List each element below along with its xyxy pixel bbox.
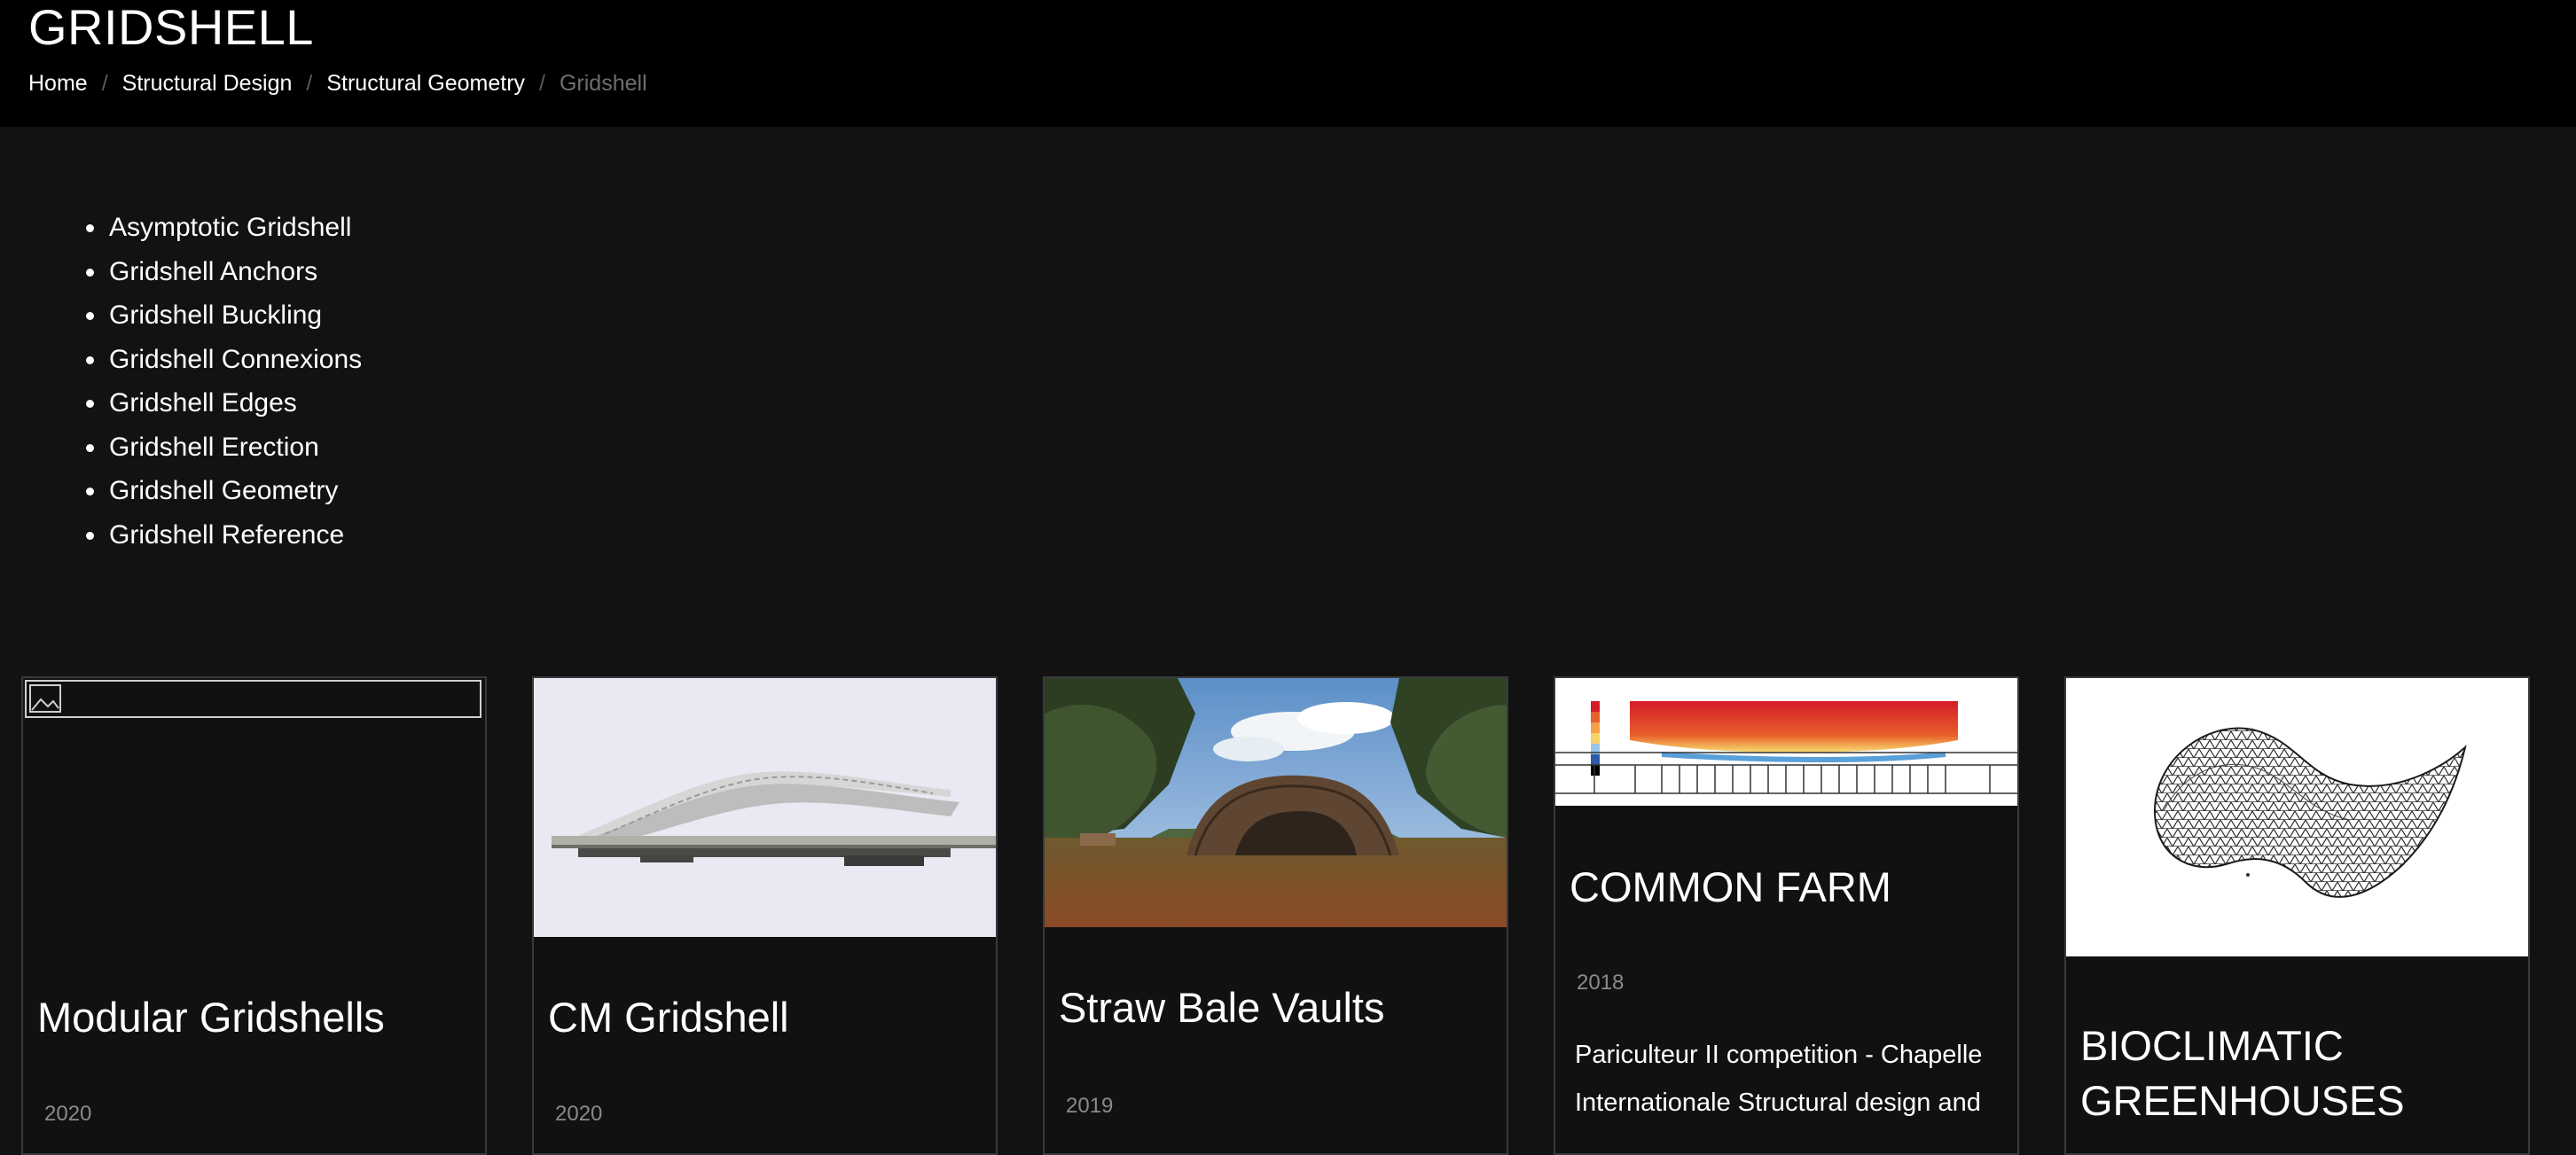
project-card-cm-gridshell[interactable]: CM Gridshell 2020	[532, 676, 998, 1155]
broken-image-icon	[25, 680, 482, 718]
topic-link-gridshell-edges[interactable]: Gridshell Edges	[109, 388, 297, 418]
breadcrumb-separator: /	[306, 70, 313, 96]
card-description: Pariculteur II competition - Chapelle In…	[1575, 1041, 1983, 1117]
list-item: Gridshell Erection	[107, 425, 362, 470]
list-item: Gridshell Edges	[107, 381, 362, 425]
breadcrumb-structural-design[interactable]: Structural Design	[122, 71, 293, 97]
topic-list: Asymptotic Gridshell Gridshell Anchors G…	[0, 206, 362, 557]
breadcrumb-separator: /	[101, 70, 108, 96]
project-card-modular-gridshells[interactable]: Modular Gridshells 2020	[21, 676, 487, 1155]
triangulated-gridshell-model-image	[2066, 678, 2528, 956]
page-title: GRIDSHELL	[28, 0, 314, 55]
project-card-common-farm[interactable]: COMMON FARM 2018 Pariculteur II competit…	[1554, 676, 2019, 1155]
topic-link-gridshell-anchors[interactable]: Gridshell Anchors	[109, 257, 317, 286]
card-title[interactable]: BIOCLIMATIC GREENHOUSES	[2080, 1018, 2519, 1128]
white-curved-roof-render-image	[534, 678, 996, 937]
card-year: 2019	[1066, 1094, 1114, 1118]
vault-in-forest-render-image	[1045, 678, 1507, 927]
thermal-section-diagram-image	[1555, 678, 2017, 806]
list-item: Gridshell Buckling	[107, 293, 362, 338]
topic-link-gridshell-reference[interactable]: Gridshell Reference	[109, 520, 344, 550]
topic-link-gridshell-connexions[interactable]: Gridshell Connexions	[109, 345, 362, 374]
card-title[interactable]: Straw Bale Vaults	[1059, 980, 1498, 1035]
list-item: Gridshell Anchors	[107, 250, 362, 294]
card-year: 2018	[1577, 971, 1625, 995]
breadcrumb-separator: /	[539, 70, 545, 96]
breadcrumb-current: Gridshell	[559, 70, 647, 96]
list-item: Gridshell Reference	[107, 513, 362, 558]
list-item: Asymptotic Gridshell	[107, 206, 362, 250]
topic-link-gridshell-buckling[interactable]: Gridshell Buckling	[109, 300, 322, 330]
list-item: Gridshell Connexions	[107, 338, 362, 382]
card-year: 2020	[44, 1102, 92, 1126]
list-item: Gridshell Geometry	[107, 469, 362, 513]
card-title[interactable]: CM Gridshell	[548, 990, 987, 1045]
breadcrumb-home[interactable]: Home	[28, 71, 88, 97]
breadcrumb-structural-geometry[interactable]: Structural Geometry	[326, 71, 525, 97]
topic-link-gridshell-geometry[interactable]: Gridshell Geometry	[109, 476, 338, 505]
page-header: GRIDSHELL Home / Structural Design / Str…	[0, 0, 2576, 127]
project-card-bioclimatic-greenhouses[interactable]: BIOCLIMATIC GREENHOUSES	[2064, 676, 2530, 1155]
topic-link-gridshell-erection[interactable]: Gridshell Erection	[109, 433, 319, 462]
card-title[interactable]: COMMON FARM	[1570, 860, 2008, 915]
card-year: 2020	[555, 1102, 603, 1126]
card-title[interactable]: Modular Gridshells	[37, 990, 476, 1045]
project-card-straw-bale-vaults[interactable]: Straw Bale Vaults 2019	[1043, 676, 1508, 1155]
topic-link-asymptotic-gridshell[interactable]: Asymptotic Gridshell	[109, 213, 351, 242]
breadcrumb: Home / Structural Design / Structural Ge…	[28, 67, 647, 99]
